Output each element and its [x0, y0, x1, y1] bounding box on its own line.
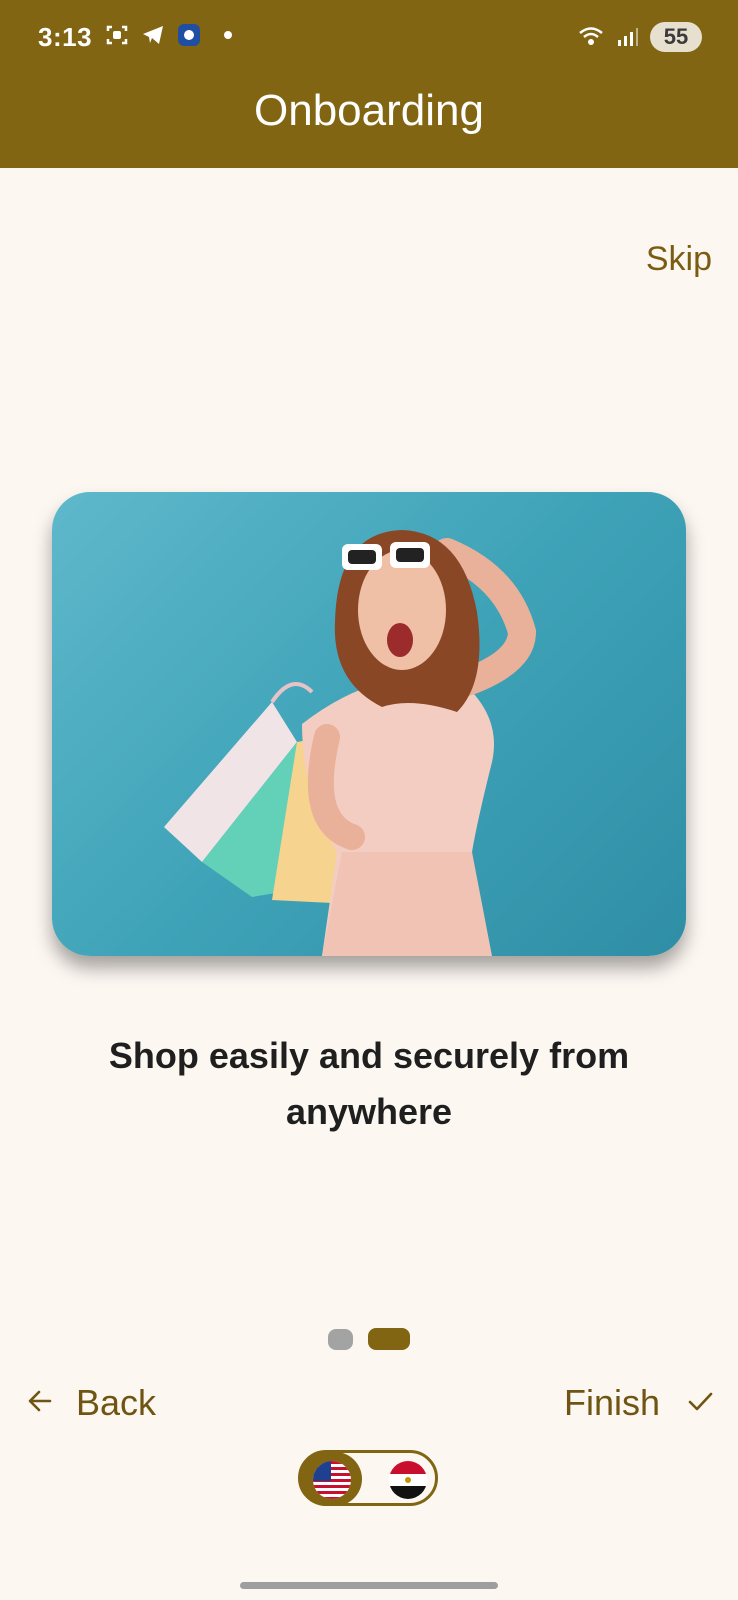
onboarding-image: [52, 492, 686, 956]
check-icon: [686, 1382, 714, 1424]
egypt-flag-icon[interactable]: [389, 1461, 427, 1499]
back-button[interactable]: Back: [26, 1382, 156, 1424]
screenshot-icon: [104, 22, 130, 48]
back-label: Back: [76, 1382, 157, 1423]
arrow-left-icon: [26, 1382, 54, 1424]
finish-label: Finish: [563, 1382, 660, 1423]
notification-dot-icon: [224, 31, 232, 39]
onboarding-caption: Shop easily and securely from anywhere: [108, 1035, 630, 1132]
status-time: 3:13: [38, 22, 93, 52]
wifi-icon: [578, 24, 604, 50]
telegram-icon: [140, 22, 166, 48]
gesture-bar[interactable]: [240, 1582, 498, 1589]
app-header: 3:13 55 Onboarding: [0, 0, 738, 168]
battery-indicator: 55: [650, 22, 702, 52]
signal-icon: [614, 24, 640, 50]
page-indicator-1[interactable]: [328, 1329, 353, 1350]
app-badge-icon: [176, 22, 202, 48]
page-indicator-2-active[interactable]: [368, 1328, 410, 1350]
page-title: Onboarding: [254, 86, 484, 135]
status-icons-left: [104, 22, 232, 48]
language-toggle[interactable]: [298, 1450, 438, 1506]
skip-button[interactable]: Skip: [646, 240, 712, 279]
us-flag-icon[interactable]: [313, 1461, 351, 1499]
finish-button[interactable]: Finish: [564, 1382, 714, 1424]
status-icons-right: 55: [578, 22, 702, 52]
